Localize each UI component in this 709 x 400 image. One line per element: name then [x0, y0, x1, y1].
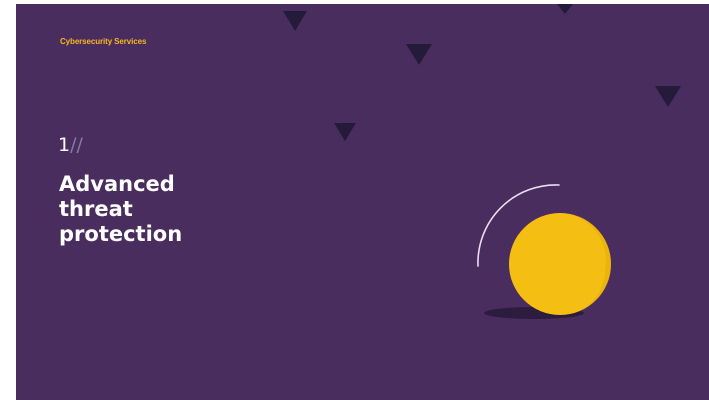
slide-title-line-3: protection — [59, 222, 183, 246]
triangle-icon — [557, 4, 573, 14]
slide-number-slashes: // — [70, 134, 83, 156]
triangle-icon — [655, 86, 681, 107]
section-label: Cybersecurity Services — [60, 37, 147, 46]
triangle-icon — [283, 11, 307, 31]
slide-number-value: 1 — [58, 134, 71, 156]
ball-illustration — [477, 184, 611, 319]
triangle-icon — [406, 44, 432, 65]
slide-title-line-2: threat — [59, 197, 133, 221]
slide-title: Advanced threat protection — [59, 172, 279, 247]
triangle-icon — [334, 123, 356, 141]
slide-number: 1// — [58, 134, 83, 156]
slide-title-line-1: Advanced — [59, 172, 175, 196]
slide: Cybersecurity Services 1// Advanced thre… — [16, 4, 709, 400]
